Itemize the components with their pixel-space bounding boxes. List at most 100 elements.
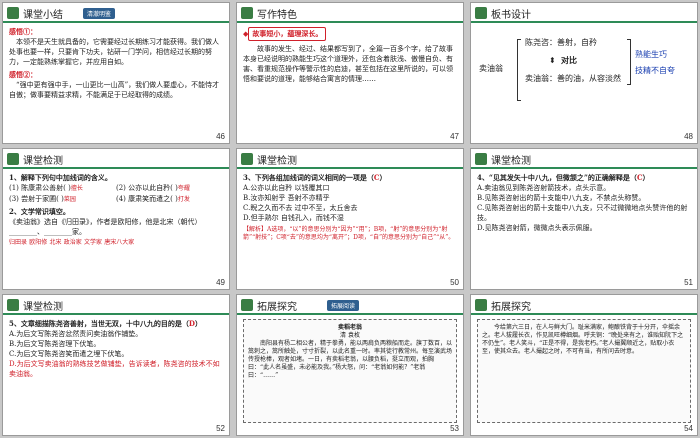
board-bottom-line: 卖油翁：善的油，从容淡然 [525, 74, 621, 83]
brace-shape [517, 39, 521, 101]
option-a: A.公亦以此自矜 以钱覆其口 [243, 184, 330, 192]
header-marker-icon [241, 7, 253, 19]
section-badge: 清澈明鉴 [83, 8, 116, 19]
slide-body: 卖稻老翁 清 袁枚 南阳县有杨二相公者，精于拳勇，能以两肩负两粮船而走。旗丁数百… [243, 319, 457, 423]
slide-title: 课堂检测 [23, 302, 63, 313]
header-marker-icon [241, 153, 253, 165]
slide-title: 课堂检测 [23, 156, 63, 167]
slide-body: 1、解释下列句中加线词的含义。 (1) 陈康肃公善射( )擅长 (2) 公亦以此… [9, 173, 223, 277]
slide-header: 课堂检测 [471, 149, 697, 169]
slide-body: 卖油翁 陈尧咨：善射，自矜 ⬍ 对比 卖油翁：善的油，从容淡然 熟能生巧 技精不… [477, 27, 691, 131]
option-b: B.为后文写陈尧咨理下伏笔。 [9, 340, 101, 348]
slide-title: 拓展探究 [491, 302, 531, 313]
slide-number: 46 [216, 132, 225, 141]
slide-thumbnail-51[interactable]: 课堂检测 4、“见其发矢十中八九，但微颔之”的正确解释是（C） A.卖油翁见到陈… [470, 148, 698, 290]
insight-2-heading: 感悟②： [9, 70, 37, 79]
key-point: 故事短小，蕴理深长。 [248, 27, 327, 41]
slide-number: 49 [216, 278, 225, 287]
option-d: D.为后文写卖油翁的熟练技艺做铺垫，告诉读者，陈尧咨的技术不如卖油翁。 [9, 360, 220, 378]
slide-body: 5、文章细描陈尧咨善射，当世无双，十中八九的目的是（D） A.为后文写陈尧咨忿然… [9, 319, 223, 423]
header-marker-icon [475, 153, 487, 165]
option-b: B.汝亦知射乎 吾射不亦精乎 [243, 194, 330, 202]
slide-title: 课堂检测 [491, 156, 531, 167]
vs-arrow-icon: ⬍ [549, 56, 556, 65]
slide-title: 写作特色 [257, 10, 297, 21]
slide-title: 板书设计 [491, 10, 531, 21]
option-b: B.见陈尧咨射出的箭十支能中八九支，不禁点头称赞。 [477, 194, 646, 202]
slide-number: 47 [450, 132, 459, 141]
slide-thumbnail-52[interactable]: 课堂检测 5、文章细描陈尧咨善射，当世无双，十中八九的目的是（D） A.为后文写… [2, 294, 230, 436]
answer-eight-masters: 唐宋八大家 [104, 239, 135, 246]
slide-thumbnail-53[interactable]: 拓展探究 拓展阅读 卖稻老翁 清 袁枚 南阳县有杨二相公者，精于拳勇，能以两肩负… [236, 294, 464, 436]
brace-right-shape [627, 39, 631, 85]
result-1: 熟能生巧 [635, 50, 667, 59]
question-3: 3、下列各组加线词的词义相同的一项是（C） [243, 173, 387, 182]
slide-body: ◆ 故事短小，蕴理深长。 故事的发生、经过、结果都写到了，全篇一百多个字，给了故事… [243, 27, 457, 131]
option-d: D.见陈尧咨射箭，微微点头表示佩服。 [477, 224, 597, 232]
slide-header: 拓展探究 [471, 295, 697, 315]
slide-body: 3、下列各组加线词的词义相同的一项是（C） A.公亦以此自矜 以钱覆其口 B.汝… [243, 173, 457, 277]
option-d: D.但手熟尔 自钱孔入，而钱不湿 [243, 214, 344, 222]
slide-header: 板书设计 [471, 3, 697, 23]
slide-number: 51 [684, 278, 693, 287]
question-2: 2、文学常识填空。 [9, 207, 70, 216]
slide-thumbnail-49[interactable]: 课堂检测 1、解释下列句中加线词的含义。 (1) 陈康肃公善射( )擅长 (2)… [2, 148, 230, 290]
option-a: A.为后文写陈尧咨忿然责问卖油翁作铺垫。 [9, 330, 143, 338]
slide-body: 今给第六三日，在人与鲜大门。耻米满家，鲍酿铁背于十分开，伞摇余之。老人拔履长衣，… [477, 319, 691, 423]
option-c: C.睨之久而不去 过中不至，太丘舍去 [243, 204, 358, 212]
insight-1-text: 本领不是天生就具备的，它需要经过长期练习才能获得。我们做人处事也要一样，只要肯下… [9, 38, 219, 66]
header-marker-icon [475, 299, 487, 311]
option-c: C.为后文写陈尧咨笑而遣之埋下伏笔。 [9, 350, 129, 358]
slide-number: 50 [450, 278, 459, 287]
contrast-label: 对比 [561, 55, 577, 65]
answer-politician: 政治家 [63, 239, 82, 246]
slide-number: 52 [216, 424, 225, 433]
slide-title: 课堂小结 [23, 10, 63, 21]
item-2: (2) 公亦以此自矜( )夸耀 [116, 184, 190, 192]
slide-header: 课堂检测 [3, 295, 229, 315]
story-author: 清 袁枚 [340, 332, 360, 339]
answer-author: 欧阳修 [29, 239, 48, 246]
question-4: 4、“见其发矢十中八九，但微颔之”的正确解释是（C） [477, 173, 650, 182]
slide-header: 课堂检测 [3, 149, 229, 169]
question-5: 5、文章细描陈尧咨善射，当世无双，十中八九的目的是（D） [9, 319, 202, 328]
slide-thumbnail-47[interactable]: 写作特色 ◆ 故事短小，蕴理深长。 故事的发生、经过、结果都写到了，全篇一百多个字… [236, 2, 464, 144]
header-marker-icon [7, 153, 19, 165]
question-2-text: 《卖油翁》选自《归田录》，作者是欧阳修，他是北宋（朝代）________、___… [9, 218, 202, 236]
story-text: 南阳县有杨二相公者，精于拳勇，能以两肩负两粮船而走。旗丁数百，以篙刺之，篙所触处… [248, 340, 453, 379]
question-1: 1、解释下列句中加线词的含义。 [9, 173, 112, 182]
slide-number: 48 [684, 132, 693, 141]
slide-thumbnail-50[interactable]: 课堂检测 3、下列各组加线词的词义相同的一项是（C） A.公亦以此自矜 以钱覆其… [236, 148, 464, 290]
section-badge: 拓展阅读 [327, 300, 360, 311]
header-marker-icon [475, 7, 487, 19]
answer-writer: 文学家 [84, 239, 103, 246]
slide-thumbnail-46[interactable]: 课堂小结 清澈明鉴 感悟①： 本领不是天生就具备的，它需要经过长期练习才能获得。… [2, 2, 230, 144]
result-2: 技精不自夸 [635, 66, 675, 75]
slide-title: 课堂检测 [257, 156, 297, 167]
slide-thumbnail-48[interactable]: 板书设计 卖油翁 陈尧咨：善射，自矜 ⬍ 对比 卖油翁：善的油，从容淡然 熟能生… [470, 2, 698, 144]
board-center-term: 卖油翁 [479, 64, 503, 73]
answer-source: 归田录 [9, 239, 28, 246]
slide-number: 53 [450, 424, 459, 433]
analysis-text: 【解析】A选项，“以”的意思分别为“因为”“用”；B项，“射”的意思分别为“射箭… [243, 226, 455, 241]
slide-number: 54 [684, 424, 693, 433]
feature-text: 故事的发生、经过、结果都写到了，全篇一百多个字，给了故事本身已经说明的熟能生巧这… [243, 45, 453, 83]
item-3: (3) 尝射于家圃( )菜园 [9, 195, 76, 203]
slide-title: 拓展探究 [257, 302, 297, 313]
header-marker-icon [7, 7, 19, 19]
insight-2-text: “强中更有强中手，一山更比一山高”，我们做人要虚心，不能恃才自傲；做事要精益求精… [9, 81, 220, 99]
slide-header: 课堂小结 清澈明鉴 [3, 3, 229, 23]
item-4: (4) 康肃笑而遣之( )打发 [116, 195, 190, 203]
slide-header: 课堂检测 [237, 149, 463, 169]
insight-1-heading: 感悟①： [9, 27, 37, 36]
slide-thumbnail-54[interactable]: 拓展探究 今给第六三日，在人与鲜大门。耻米满家，鲍酿铁背于十分开，伞摇余之。老人… [470, 294, 698, 436]
extension-text: 今给第六三日，在人与鲜大门。耻米满家，鲍酿铁背于十分开，伞摇余之。老人拔履长衣，… [482, 324, 684, 355]
slide-sorter-grid: 课堂小结 清澈明鉴 感悟①： 本领不是天生就具备的，它需要经过长期练习才能获得。… [2, 2, 698, 436]
header-marker-icon [7, 299, 19, 311]
option-a: A.卖油翁见到陈尧咨射箭技术，点头示意。 [477, 184, 611, 192]
slide-body: 4、“见其发矢十中八九，但微颔之”的正确解释是（C） A.卖油翁见到陈尧咨射箭技… [477, 173, 691, 277]
item-1: (1) 陈康肃公善射( )擅长 [9, 184, 83, 192]
header-marker-icon [241, 299, 253, 311]
slide-header: 拓展探究 拓展阅读 [237, 295, 463, 315]
story-title: 卖稻老翁 [337, 324, 362, 331]
